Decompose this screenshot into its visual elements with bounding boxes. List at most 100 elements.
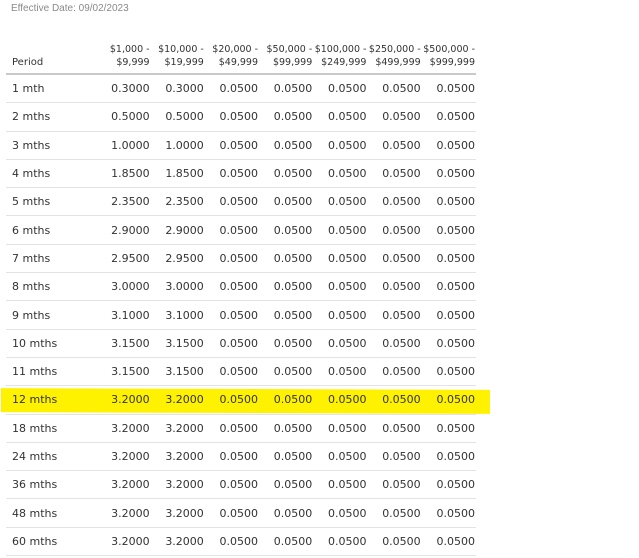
rate-cell: 0.0500	[367, 357, 422, 387]
rate-cell: 0.0500	[313, 74, 368, 104]
rate-cell: 0.0500	[313, 329, 368, 358]
rate-cell: 0.0500	[259, 102, 314, 132]
rate-cell: 1.8500	[96, 159, 151, 189]
rate-cell: 0.0500	[313, 442, 368, 472]
rate-cell: 0.0500	[421, 131, 476, 160]
rate-table-header: Period $1,000 - $9,999 $10,000 - $19,999 $20…	[6, 36, 476, 75]
table-row: 8 mths 3.0000 3.0000 0.0500 0.0500 0.0500 0.05…	[6, 272, 476, 302]
rate-cell: 0.0500	[204, 187, 260, 217]
tier-range-end: $999,999	[429, 57, 475, 68]
rate-cell: 3.1000	[150, 300, 205, 330]
table-row: 24 mths 3.2000 3.2000 0.0500 0.0500 0.0500 0.0…	[6, 442, 476, 472]
rate-cell: 1.0000	[96, 131, 151, 160]
rate-cell: 0.0500	[204, 244, 260, 274]
rate-cell: 0.0500	[204, 215, 260, 245]
table-row: 11 mths 3.1500 3.1500 0.0500 0.0500 0.0500 0.0…	[6, 357, 476, 387]
rate-cell: 0.0500	[259, 329, 314, 358]
period-cell: 36 mths	[6, 470, 97, 500]
rate-cell: 0.0500	[204, 414, 260, 443]
rate-cell: 3.2000	[150, 414, 205, 443]
rate-cell: 0.0500	[313, 414, 368, 443]
tier-column-header: $10,000 - $19,999	[150, 36, 205, 75]
period-cell: 2 mths	[6, 102, 97, 132]
rate-cell: 3.1500	[96, 329, 151, 358]
rate-cell: 0.0500	[367, 385, 422, 415]
period-cell: 7 mths	[6, 244, 97, 274]
period-cell: 4 mths	[6, 159, 97, 189]
rate-cell: 0.3000	[96, 74, 151, 104]
table-row: 6 mths 2.9000 2.9000 0.0500 0.0500 0.0500 0.05…	[6, 215, 476, 245]
table-row: 2 mths 0.5000 0.5000 0.0500 0.0500 0.0500 0.05…	[6, 102, 476, 132]
period-cell: 48 mths	[6, 498, 97, 528]
rate-cell: 0.0500	[204, 498, 260, 528]
rate-cell: 0.0500	[313, 159, 368, 189]
rate-cell: 2.9000	[96, 215, 151, 245]
tier-range-start: $100,000 -	[314, 44, 367, 55]
table-row: 7 mths 2.9500 2.9500 0.0500 0.0500 0.0500 0.05…	[6, 244, 476, 274]
rate-cell: 0.0500	[204, 74, 260, 104]
rate-cell: 0.0500	[259, 159, 314, 189]
rate-cell: 0.0500	[259, 74, 314, 104]
rate-cell: 0.0500	[421, 357, 476, 387]
tier-column-header: $20,000 - $49,999	[204, 36, 260, 75]
rate-cell: 0.0500	[313, 498, 368, 528]
period-cell: 1 mth	[6, 74, 97, 104]
rate-cell: 0.0500	[313, 102, 368, 132]
table-row: 18 mths 3.2000 3.2000 0.0500 0.0500 0.0500 0.0…	[6, 414, 476, 443]
tier-column-header: $100,000 - $249,999	[313, 36, 368, 75]
rate-cell: 0.0500	[259, 244, 314, 274]
rate-cell: 0.0500	[259, 442, 314, 472]
rate-cell: 0.0500	[313, 244, 368, 274]
rate-cell: 0.0500	[313, 272, 368, 302]
rate-cell: 0.0500	[367, 329, 422, 358]
rate-cell: 3.2000	[150, 385, 205, 415]
rate-cell: 0.0500	[421, 385, 476, 415]
period-cell: 24 mths	[6, 442, 97, 472]
tier-range-start: $250,000 -	[368, 44, 421, 55]
rate-cell: 3.1500	[150, 329, 205, 358]
rate-cell: 0.0500	[421, 102, 476, 132]
rate-cell: 0.0500	[313, 357, 368, 387]
rate-cell: 3.2000	[150, 470, 205, 500]
rate-cell: 0.0500	[204, 300, 260, 330]
rate-cell: 2.9500	[96, 244, 151, 274]
rate-cell: 0.0500	[421, 498, 476, 528]
tier-range-start: $50,000 -	[266, 44, 313, 55]
rate-cell: 0.0500	[259, 300, 314, 330]
rate-cell: 3.2000	[150, 527, 205, 557]
table-row: 36 mths 3.2000 3.2000 0.0500 0.0500 0.0500 0.0…	[6, 470, 476, 500]
rate-cell: 0.0500	[421, 329, 476, 358]
rate-cell: 0.0500	[259, 498, 314, 528]
period-cell: 60 mths	[6, 527, 97, 557]
rate-cell: 0.0500	[259, 385, 314, 415]
rate-cell: 0.0500	[367, 442, 422, 472]
rate-cell: 0.0500	[367, 131, 422, 160]
table-row: 48 mths 3.2000 3.2000 0.0500 0.0500 0.0500 0.0…	[6, 498, 476, 528]
rate-cell: 0.3000	[150, 74, 205, 104]
rate-cell: 0.0500	[421, 215, 476, 245]
rate-cell: 2.3500	[150, 187, 205, 217]
tier-column-header: $500,000 - $999,999	[421, 36, 476, 75]
table-row: 5 mths 2.3500 2.3500 0.0500 0.0500 0.0500 0.05…	[6, 187, 476, 217]
period-cell: 10 mths	[6, 329, 97, 358]
rate-cell: 0.0500	[367, 215, 422, 245]
period-cell: 11 mths	[6, 357, 97, 387]
tier-range-end: $499,999	[375, 57, 421, 68]
tier-range-start: $10,000 -	[158, 44, 204, 55]
tier-range-start: $500,000 -	[423, 44, 475, 55]
rate-cell: 0.0500	[259, 414, 314, 443]
rate-cell: 0.0500	[367, 102, 422, 132]
rate-cell: 0.0500	[421, 470, 476, 500]
rate-cell: 3.1500	[96, 357, 151, 387]
rate-cell: 3.2000	[96, 414, 151, 443]
rate-cell: 3.1000	[96, 300, 151, 330]
rate-cell: 0.0500	[204, 442, 260, 472]
header-row: Period $1,000 - $9,999 $10,000 - $19,999 $20…	[6, 36, 476, 75]
period-column-header: Period	[6, 36, 97, 75]
rate-cell: 0.0500	[313, 131, 368, 160]
rate-cell: 0.0500	[259, 131, 314, 160]
rate-cell: 0.0500	[204, 329, 260, 358]
tier-range-start: $20,000 -	[212, 44, 259, 55]
rate-cell: 0.0500	[367, 414, 422, 443]
rate-cell: 3.2000	[96, 385, 151, 415]
